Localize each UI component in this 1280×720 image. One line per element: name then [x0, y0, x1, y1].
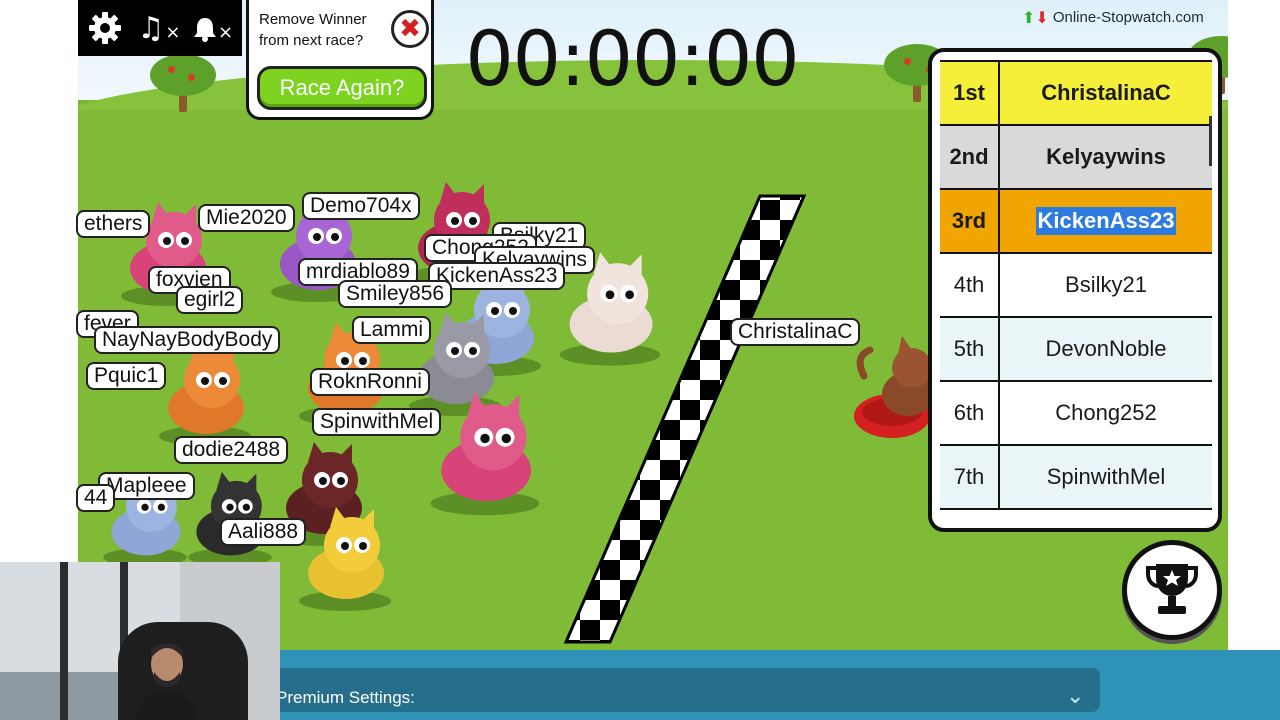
gear-icon	[89, 12, 121, 44]
racer-name-cell: Kelyaywins	[1046, 144, 1166, 169]
position-cell: 7th	[940, 446, 1000, 508]
racer-name-tag: ethers	[76, 210, 151, 238]
premium-settings-label: Premium Settings:	[276, 688, 415, 707]
position-cell: 3rd	[940, 190, 1000, 252]
position-cell: 5th	[940, 318, 1000, 380]
leader-cat	[854, 336, 932, 438]
racer-name-tag: dodie2488	[174, 436, 289, 464]
remove-winner-button[interactable]: ✖	[391, 10, 429, 48]
cat-racer	[430, 392, 540, 516]
leaderboard-row: 7th SpinwithMel	[940, 446, 1212, 510]
bell-muted-icon: ×	[193, 11, 233, 46]
race-timer: 00:00:00	[465, 14, 799, 103]
sound-toggle-button[interactable]: ×	[186, 0, 240, 56]
up-down-arrows-icon: ⬆⬇	[1022, 7, 1049, 27]
settings-button[interactable]	[78, 0, 132, 56]
webcam-window-frame	[60, 562, 68, 720]
cat-racer	[299, 507, 391, 611]
racer-name-tag: Lammi	[352, 316, 432, 344]
close-icon: ✖	[399, 14, 421, 44]
music-muted-icon: ♫×	[137, 10, 181, 46]
cat-racer	[159, 342, 251, 446]
chevron-down-icon[interactable]: ⌄	[1066, 684, 1094, 710]
racer-name-tag: Aali888	[220, 518, 307, 546]
leaderboard-row: 6th Chong252	[940, 382, 1212, 446]
winner-panel: Remove Winner from next race? ✖ Race Aga…	[246, 0, 434, 120]
selected-text: KickenAss23	[1035, 207, 1177, 235]
music-toggle-button[interactable]: ♫×	[132, 0, 186, 56]
trophy-icon	[1146, 564, 1198, 614]
webcam-person	[136, 643, 198, 720]
remove-winner-label: Remove Winner from next race?	[259, 11, 367, 49]
racer-name-tag: egirl2	[176, 286, 244, 314]
leaderboard: 1st ChristalinaC 2nd Kelyaywins 3rd Kick…	[928, 48, 1222, 532]
racer-name-tag: Mie2020	[198, 204, 295, 232]
leader-name-tag: ChristalinaC	[730, 318, 861, 346]
trophy-button[interactable]	[1122, 540, 1222, 640]
leaderboard-row: 3rd KickenAss23	[940, 190, 1212, 254]
leaderboard-row: 1st ChristalinaC	[940, 62, 1212, 126]
racer-name-cell: Chong252	[1055, 400, 1157, 425]
racer-name-tag: SpinwithMel	[312, 408, 442, 436]
racer-name-tag: RoknRonni	[310, 368, 430, 396]
stage: ethers Mie2020 Demo704x Bsilky21 Chong25…	[0, 0, 1280, 720]
leaderboard-row: 2nd Kelyaywins	[940, 126, 1212, 190]
position-cell: 2nd	[940, 126, 1000, 188]
racer-name-cell: KickenAss23	[1000, 190, 1212, 252]
brand-link[interactable]: ⬆⬇ Online-Stopwatch.com	[1022, 6, 1204, 28]
position-cell: 6th	[940, 382, 1000, 444]
racer-name-tag: NayNayBodyBody	[94, 326, 281, 354]
leaderboard-row: 4th Bsilky21	[940, 254, 1212, 318]
webcam-overlay	[0, 562, 280, 720]
position-cell: 1st	[940, 62, 1000, 124]
racer-name-cell: SpinwithMel	[1046, 464, 1166, 489]
racer-name-tag: Smiley856	[338, 280, 453, 308]
leaderboard-row: 5th DevonNoble	[940, 318, 1212, 382]
racer-name-cell: Bsilky21	[1065, 272, 1147, 297]
brand-name: Online-Stopwatch.com	[1052, 8, 1204, 26]
racer-name-cell: ChristalinaC	[1041, 80, 1171, 105]
game-toolbar: ♫× ×	[78, 0, 242, 56]
leaderboard-scrollbar[interactable]	[1209, 116, 1212, 166]
leaderboard-list[interactable]: 1st ChristalinaC 2nd Kelyaywins 3rd Kick…	[940, 60, 1212, 520]
racer-name-cell: DevonNoble	[1045, 336, 1167, 361]
race-again-button[interactable]: Race Again?	[257, 66, 427, 110]
racer-name-tag: Demo704x	[302, 192, 420, 220]
position-cell: 4th	[940, 254, 1000, 316]
racer-name-tag: Pquic1	[86, 362, 167, 390]
racer-name-tag: 44	[76, 484, 116, 512]
